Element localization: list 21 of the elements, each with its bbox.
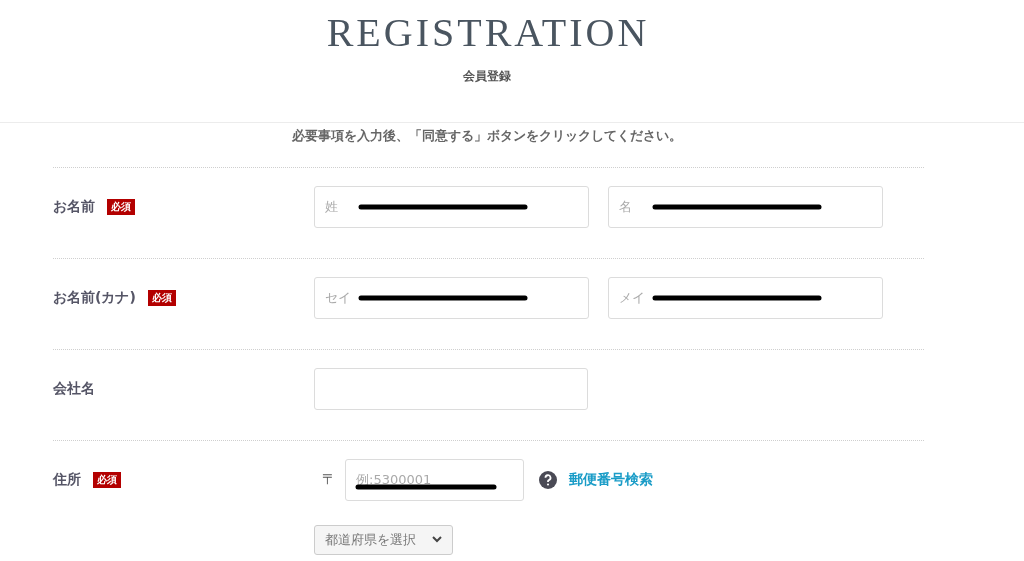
required-badge: 必須 <box>107 198 135 215</box>
prefecture-select[interactable]: 都道府県を選択 <box>314 524 453 555</box>
page-title: REGISTRATION <box>325 13 650 53</box>
field-label: 住所 <box>53 470 81 489</box>
input-field[interactable]: 名 <box>608 185 883 228</box>
page-subtitle: 会員登録 <box>463 68 511 85</box>
input-field[interactable]: メイ <box>608 276 883 319</box>
chevron-down-icon <box>432 536 442 543</box>
postal-mark: 〒 <box>321 470 337 489</box>
help-icon[interactable] <box>539 470 557 489</box>
instruction-text: 必要事項を入力後、「同意する」ボタンをクリックしてください。 <box>291 127 683 145</box>
input-field[interactable]: 姓 <box>314 185 589 228</box>
input-field[interactable] <box>314 367 588 410</box>
field-label: お名前 <box>53 197 95 216</box>
required-badge: 必須 <box>93 471 121 488</box>
required-badge: 必須 <box>147 289 176 306</box>
input-field[interactable]: 例:5300001 <box>345 458 524 501</box>
input-field[interactable]: セイ <box>314 276 589 319</box>
field-label: 会社名 <box>53 379 95 398</box>
postal-code-search-link[interactable]: 郵便番号検索 <box>569 469 653 490</box>
field-label: お名前(カナ) <box>53 288 136 307</box>
